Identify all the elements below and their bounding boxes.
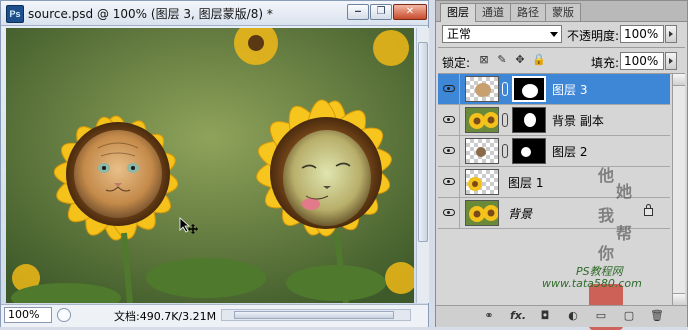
sunflower-cat-artwork — [6, 28, 414, 303]
document-size-info[interactable]: 文档:490.7K/3.21M — [114, 308, 216, 324]
adjustment-layer-icon[interactable]: ◐ — [566, 310, 580, 322]
layer-name[interactable]: 背景 — [508, 205, 532, 222]
lock-position-icon[interactable]: ✥ — [514, 54, 526, 66]
layers-scrollbar[interactable] — [672, 74, 685, 305]
watermark-char: 我 — [598, 206, 615, 225]
eye-icon — [443, 178, 455, 185]
layer-name[interactable]: 图层 1 — [508, 174, 543, 191]
status-bar: 100% 文档:490.7K/3.21M — [1, 304, 428, 327]
lock-row: 锁定: ⊠ ✎ ✥ 🔒 填充: 100% — [436, 49, 687, 73]
layer-row[interactable]: 图层 2 — [438, 136, 670, 167]
layer-thumbnail[interactable] — [465, 76, 499, 102]
document-window: Ps source.psd @ 100% (图层 3, 图层蒙版/8) * ‒ … — [0, 0, 429, 327]
fill-label: 填充: — [591, 56, 620, 70]
layer-thumbnail[interactable] — [465, 200, 499, 226]
opacity-slider-button[interactable] — [665, 25, 677, 43]
eye-icon — [443, 147, 455, 154]
divider — [438, 47, 685, 48]
restore-button[interactable]: ❐ — [370, 4, 392, 20]
eye-icon — [443, 209, 455, 216]
layer-name[interactable]: 图层 3 — [552, 81, 587, 98]
layer-row[interactable]: 图层 1 — [438, 167, 670, 198]
new-layer-icon[interactable]: ▢ — [622, 310, 636, 322]
visibility-toggle[interactable] — [438, 136, 460, 166]
minimize-button[interactable]: ‒ — [347, 4, 369, 20]
tab-masks[interactable]: 蒙版 — [545, 3, 581, 21]
layer-mask-thumbnail[interactable] — [512, 76, 546, 102]
layer-row[interactable]: 背景 副本 — [438, 105, 670, 136]
document-title-bar[interactable]: Ps source.psd @ 100% (图层 3, 图层蒙版/8) * ‒ … — [1, 1, 428, 26]
layer-mask-thumbnail[interactable] — [512, 107, 546, 133]
layer-name[interactable]: 图层 2 — [552, 143, 587, 160]
blend-mode-select[interactable]: 正常 — [442, 25, 562, 43]
layer-thumbnail[interactable] — [465, 107, 499, 133]
visibility-toggle[interactable] — [438, 105, 460, 135]
eye-icon — [443, 85, 455, 92]
dropdown-arrow-icon — [550, 32, 558, 37]
layer-lock-icon — [644, 204, 653, 216]
sunflower-thumbnail-image — [469, 205, 498, 222]
tab-layers[interactable]: 图层 — [440, 3, 476, 22]
tab-channels[interactable]: 通道 — [475, 3, 511, 21]
watermark-char: 帮 — [616, 224, 633, 243]
document-title: source.psd @ 100% (图层 3, 图层蒙版/8) * — [28, 7, 273, 21]
blend-mode-value: 正常 — [447, 27, 472, 41]
cat-face-thumbnail-image — [476, 147, 486, 157]
chain-link-icon[interactable] — [502, 82, 508, 96]
vertical-scrollbar[interactable] — [416, 28, 429, 303]
layer-thumbnail[interactable] — [465, 138, 499, 164]
eye-icon — [443, 116, 455, 123]
horizontal-scrollbar[interactable] — [221, 309, 411, 321]
move-cursor-icon — [179, 217, 198, 234]
mask-shape-image — [524, 113, 536, 127]
scroll-up-button[interactable] — [673, 74, 685, 86]
image-canvas[interactable] — [6, 28, 414, 303]
mask-shape-image — [521, 147, 531, 157]
blend-row: 正常 不透明度: 100% — [436, 22, 687, 46]
lock-transparent-icon[interactable]: ⊠ — [478, 54, 490, 66]
scroll-down-button[interactable] — [673, 293, 685, 305]
visibility-toggle[interactable] — [438, 167, 460, 197]
opacity-label: 不透明度: — [567, 29, 620, 43]
layers-bottom-toolbar: ⚭ fx. ◘ ◐ ▭ ▢ 🗑 — [436, 305, 687, 327]
add-mask-icon[interactable]: ◘ — [538, 310, 552, 322]
photoshop-app-icon: Ps — [6, 5, 24, 23]
layer-row[interactable]: 图层 3 — [438, 74, 670, 105]
watermark-char: 你 — [598, 244, 615, 263]
fill-slider-button[interactable] — [665, 52, 677, 70]
vertical-scroll-thumb[interactable] — [418, 42, 428, 242]
fx-icon[interactable]: fx. — [510, 310, 526, 322]
new-group-folder-icon[interactable]: ▭ — [594, 310, 608, 322]
opacity-input[interactable]: 100% — [620, 25, 664, 43]
tab-paths[interactable]: 路径 — [510, 3, 546, 21]
layers-list: 图层 3 背景 副本 图层 2 图层 1 背景 他 她 我 帮 你 — [438, 74, 670, 330]
lock-all-icon[interactable]: 🔒 — [532, 54, 546, 66]
lock-label: 锁定: — [442, 56, 471, 70]
zoom-level-field[interactable]: 100% — [4, 307, 52, 323]
sunflower-thumbnail-image — [468, 177, 482, 191]
trash-icon[interactable]: 🗑 — [650, 310, 664, 322]
layers-panel: 图层 通道 路径 蒙版 正常 不透明度: 100% 锁定: ⊠ ✎ ✥ 🔒 填充… — [435, 0, 688, 330]
cat-face-thumbnail-image — [475, 83, 491, 97]
fill-input[interactable]: 100% — [620, 52, 664, 70]
visibility-toggle[interactable] — [438, 198, 460, 228]
close-button[interactable]: ✕ — [393, 4, 427, 20]
horizontal-scroll-thumb[interactable] — [234, 311, 394, 319]
chain-link-icon[interactable] — [502, 113, 508, 127]
layer-mask-thumbnail[interactable] — [512, 138, 546, 164]
watermark-char: 她 — [616, 182, 633, 201]
layer-row[interactable]: 背景 — [438, 198, 670, 229]
link-layers-icon[interactable]: ⚭ — [482, 310, 496, 322]
status-info-icon[interactable] — [57, 308, 71, 322]
watermark-char: 他 — [598, 166, 615, 185]
layer-name[interactable]: 背景 副本 — [552, 112, 604, 129]
site-url: www.tata580.com — [542, 277, 642, 290]
lock-pixels-icon[interactable]: ✎ — [496, 54, 508, 66]
sunflower-thumbnail-image — [469, 112, 498, 129]
visibility-toggle[interactable] — [438, 74, 460, 104]
chain-link-icon[interactable] — [502, 144, 508, 158]
mask-shape-image — [522, 84, 538, 98]
panel-tabs: 图层 通道 路径 蒙版 — [436, 1, 687, 22]
layer-thumbnail[interactable] — [465, 169, 499, 195]
